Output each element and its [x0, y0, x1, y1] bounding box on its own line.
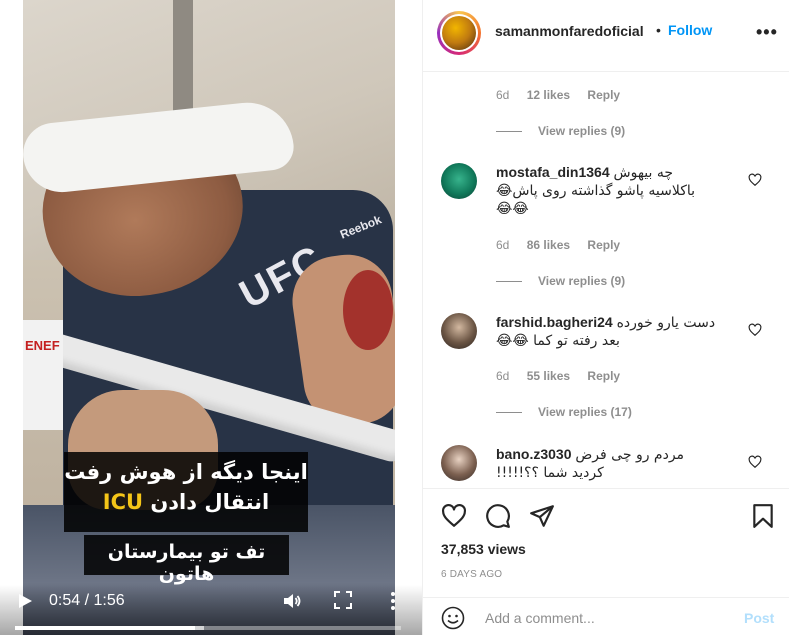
comment-text: چه بیهوش — [613, 165, 674, 181]
comment-username[interactable]: bano.z3030 — [496, 446, 571, 462]
view-replies-label: View replies (9) — [538, 124, 626, 138]
reply-button[interactable]: Reply — [587, 88, 620, 102]
reply-button[interactable]: Reply — [587, 369, 620, 383]
heart-icon[interactable] — [748, 173, 762, 187]
comment-line-1: bano.z3030 مردم رو چی فرض — [496, 445, 736, 464]
video-progress-fill — [15, 626, 195, 630]
avatar-image — [442, 16, 476, 50]
comment-body: mostafa_din1364 چه بیهوش باکلاسیه پاشو گ… — [496, 163, 736, 218]
view-replies-button[interactable]: View replies (9) — [496, 124, 625, 138]
comment-meta: 6d 86 likes Reply — [496, 238, 634, 252]
volume-icon[interactable] — [282, 591, 302, 611]
header-username[interactable]: samanmonfaredoficial — [495, 23, 644, 39]
heart-icon[interactable] — [441, 503, 467, 529]
post-actions: 37,853 views 6 DAYS AGO Post — [423, 488, 789, 635]
caption-line-2-text: انتقال دادن — [150, 490, 270, 514]
avatar-inner — [440, 14, 478, 52]
post-header: samanmonfaredoficial • Follow ••• — [423, 0, 789, 72]
post-button[interactable]: Post — [744, 610, 774, 626]
heart-icon[interactable] — [748, 323, 762, 337]
share-icon[interactable] — [529, 503, 555, 529]
caption-line-2: انتقال دادن ICU — [64, 490, 308, 514]
comment-body: bano.z3030 مردم رو چی فرض کردید شما ؟؟!!… — [496, 445, 736, 482]
play-icon[interactable] — [17, 593, 33, 609]
caption-icu: ICU — [102, 490, 144, 514]
reply-button[interactable]: Reply — [587, 238, 620, 252]
video-scene-sign: ENEF — [23, 320, 63, 430]
video-pane: UFC Reebok ENEF اینجا دیگه از هوش رفت ان… — [0, 0, 422, 635]
comment-time: 6d — [496, 88, 510, 102]
comment-body: farshid.bagheri24 دست یارو خورده بعد رفت… — [496, 313, 736, 350]
comment-likes[interactable]: 12 likes — [527, 88, 570, 102]
comment-avatar[interactable] — [441, 445, 477, 481]
comment-input[interactable] — [485, 606, 725, 630]
comment-username[interactable]: farshid.bagheri24 — [496, 314, 613, 330]
comment-meta: 6d 12 likes Reply — [496, 88, 634, 102]
more-vertical-icon[interactable] — [388, 591, 398, 611]
bookmark-icon[interactable] — [750, 503, 776, 529]
views-count[interactable]: 37,853 views — [441, 541, 526, 557]
view-replies-label: View replies (9) — [538, 274, 626, 288]
comment-text-2: کردید شما ؟؟!!!!! — [496, 465, 604, 481]
comment-text-3: 😂😂 — [496, 201, 529, 217]
fullscreen-icon[interactable] — [334, 591, 352, 609]
view-replies-button[interactable]: View replies (17) — [496, 405, 632, 419]
comment-icon[interactable] — [485, 503, 511, 529]
comment-likes[interactable]: 86 likes — [527, 238, 570, 252]
sign-text: ENEF — [25, 338, 60, 353]
comment-time: 6d — [496, 238, 510, 252]
post-date: 6 DAYS AGO — [441, 569, 503, 580]
view-replies-label: View replies (17) — [538, 405, 632, 419]
comment-meta: 6d 55 likes Reply — [496, 369, 634, 383]
comments-list[interactable]: 6d 12 likes Reply View replies (9) mosta… — [423, 73, 789, 488]
comment-username[interactable]: mostafa_din1364 — [496, 164, 610, 180]
comment-likes[interactable]: 55 likes — [527, 369, 570, 383]
avatar[interactable] — [437, 11, 481, 55]
video-caption-secondary: تف تو بیمارستان هاتون — [84, 535, 289, 585]
add-comment-row: Post — [423, 597, 789, 635]
post-side-panel: samanmonfaredoficial • Follow ••• 6d 12 … — [422, 0, 789, 635]
caption-line-1: اینجا دیگه از هوش رفت — [64, 460, 308, 484]
view-replies-line — [496, 281, 522, 283]
video-scene-blood — [343, 270, 393, 350]
header-separator: • — [656, 22, 661, 38]
comment-text: دست یارو خورده — [616, 315, 716, 331]
comment-text-2: باکلاسیه پاشو گذاشته روی پاش😂 — [496, 183, 696, 199]
emoji-icon[interactable] — [441, 606, 465, 630]
video-caption-main: اینجا دیگه از هوش رفت انتقال دادن ICU — [64, 452, 308, 532]
heart-icon[interactable] — [748, 455, 762, 469]
comment-avatar[interactable] — [441, 313, 477, 349]
view-replies-button[interactable]: View replies (9) — [496, 274, 625, 288]
comment-text: مردم رو چی فرض — [575, 447, 685, 463]
video-time: 0:54 / 1:56 — [49, 592, 125, 609]
view-replies-line — [496, 131, 522, 133]
comment-line-1: mostafa_din1364 چه بیهوش — [496, 163, 736, 182]
video-scene-pole — [173, 0, 193, 125]
comment-line-1: farshid.bagheri24 دست یارو خورده — [496, 313, 736, 332]
comment-time: 6d — [496, 369, 510, 383]
comment-text-2: بعد رفته تو کما 😂😂 — [496, 333, 620, 349]
more-horizontal-icon[interactable]: ••• — [756, 22, 778, 43]
view-replies-line — [496, 412, 522, 414]
video-progress-bar[interactable] — [15, 626, 401, 630]
follow-button[interactable]: Follow — [668, 22, 712, 38]
comment-avatar[interactable] — [441, 163, 477, 199]
